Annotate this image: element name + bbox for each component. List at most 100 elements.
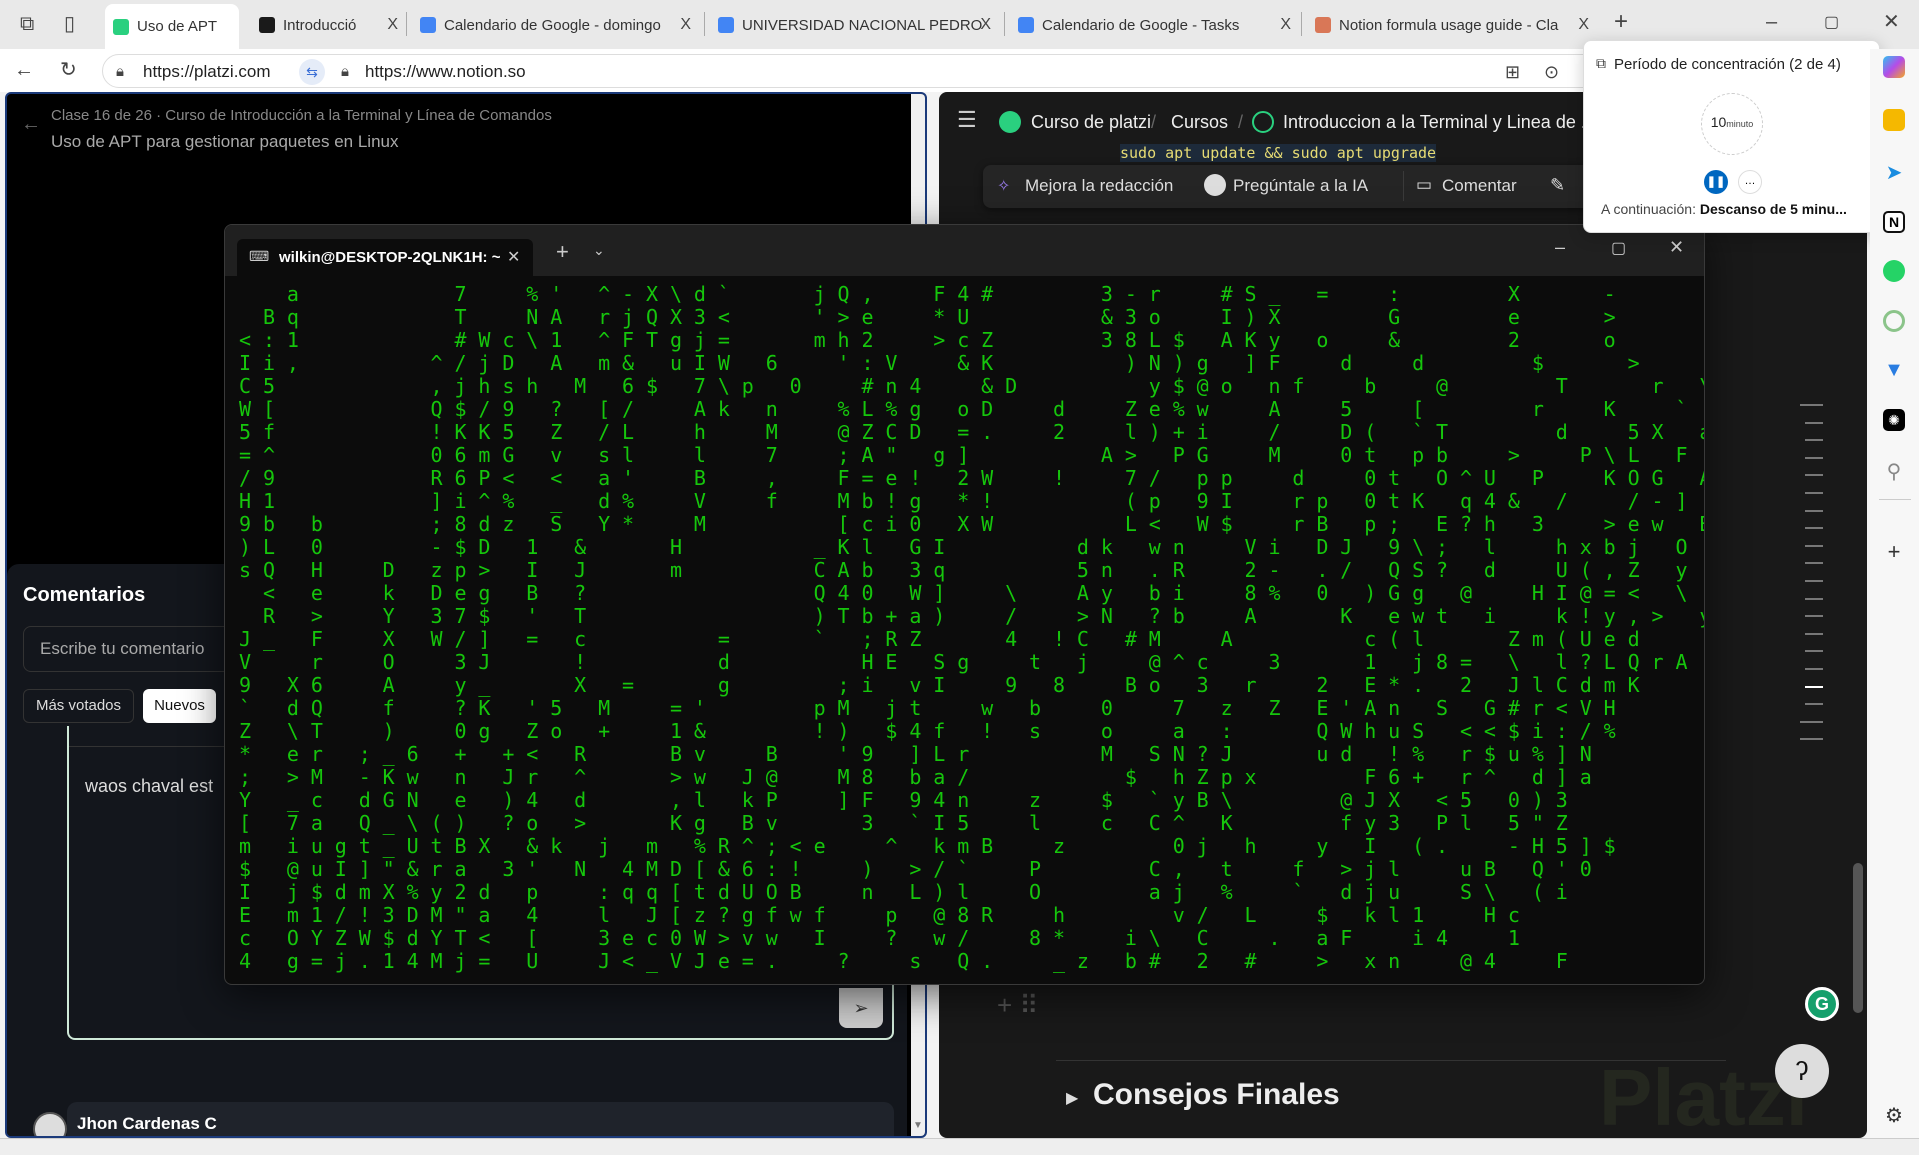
filter-newest[interactable]: Nuevos bbox=[143, 689, 216, 723]
toc-line[interactable] bbox=[1805, 685, 1823, 688]
app-icon[interactable] bbox=[1883, 310, 1905, 332]
add-block-icon[interactable]: + ⠿ bbox=[997, 990, 1038, 1021]
url-field[interactable]: 🔒︎ https://platzi.com ⇆ 🔒︎ https://www.n… bbox=[102, 54, 1602, 88]
grammarly-icon[interactable]: G bbox=[1805, 987, 1839, 1021]
comments-title: Comentarios bbox=[23, 584, 146, 606]
tab[interactable]: UNIVERSIDAD NACIONAL PEDRO X bbox=[710, 6, 997, 44]
terminal-maximize-button[interactable]: ▢ bbox=[1611, 238, 1626, 258]
add-icon[interactable]: + bbox=[1883, 539, 1905, 564]
more-icon[interactable]: ⊙ bbox=[1544, 62, 1559, 82]
comment-author[interactable]: Jhon Cardenas C bbox=[77, 1114, 217, 1134]
minimize-button[interactable]: – bbox=[1766, 12, 1777, 32]
apps-icon[interactable]: ⊞ bbox=[1505, 62, 1520, 82]
sparkle-icon: ✧ bbox=[997, 178, 1011, 195]
send-button[interactable]: ➢ bbox=[839, 988, 883, 1028]
toc-line[interactable] bbox=[1805, 650, 1823, 653]
terminal-line: W[ Q$/9 ? [/ Ak n %L%g oD d Ze%w A 5 [ r… bbox=[239, 397, 1700, 421]
menu-icon[interactable]: ☰ bbox=[957, 109, 977, 131]
tab[interactable]: Uso de APT bbox=[105, 4, 239, 49]
vertical-tabs-icon[interactable]: ▯ bbox=[64, 14, 75, 34]
toc-line[interactable] bbox=[1800, 720, 1823, 723]
copilot-icon[interactable] bbox=[1883, 56, 1905, 78]
settings-icon[interactable]: ⚙ bbox=[1883, 1103, 1905, 1127]
toc-line[interactable] bbox=[1805, 703, 1823, 706]
toc-line[interactable] bbox=[1805, 492, 1823, 494]
comment-button[interactable]: Comentar bbox=[1442, 176, 1517, 196]
toc-line[interactable] bbox=[1805, 632, 1823, 635]
tab[interactable]: Introducció X bbox=[251, 6, 404, 44]
toc-line[interactable] bbox=[1805, 580, 1823, 582]
chatgpt-icon[interactable]: ✺ bbox=[1883, 409, 1905, 431]
toc-line[interactable] bbox=[1805, 615, 1823, 618]
toc-line[interactable] bbox=[1805, 456, 1823, 459]
breadcrumb-item[interactable]: Curso de platzi bbox=[1031, 112, 1151, 133]
terminal-tab[interactable]: ⌨ wilkin@DESKTOP-2QLNK1H: ~ ✕ bbox=[237, 239, 533, 276]
tab-label: Introducció bbox=[283, 16, 357, 34]
back-arrow-icon[interactable]: ← bbox=[21, 114, 41, 134]
toc-line[interactable] bbox=[1805, 527, 1823, 530]
reload-button[interactable]: ↻ bbox=[60, 60, 77, 80]
terminal-output[interactable]: a 7 %' ^-X\d` jQ, F4# 3-r #S_ = : X - Bq… bbox=[239, 283, 1705, 973]
toc-line[interactable] bbox=[1805, 544, 1823, 547]
arrow-icon[interactable]: ▼ bbox=[1883, 359, 1905, 381]
favicon-icon bbox=[420, 17, 436, 33]
improve-writing-button[interactable]: Mejora la redacción bbox=[1025, 176, 1173, 196]
toc-line[interactable] bbox=[1800, 404, 1823, 406]
toc-line[interactable] bbox=[1805, 668, 1823, 670]
tab[interactable]: Notion formula usage guide - Cla X bbox=[1307, 6, 1595, 44]
search-icon[interactable]: ⚲ bbox=[1883, 459, 1905, 483]
url-left[interactable]: https://platzi.com bbox=[143, 62, 271, 82]
new-terminal-tab-button[interactable]: + bbox=[556, 239, 569, 265]
tab[interactable]: Calendario de Google - Tasks X bbox=[1010, 6, 1297, 44]
pause-button[interactable]: ❚❚ bbox=[1704, 170, 1728, 194]
whatsapp-icon[interactable] bbox=[1883, 260, 1905, 282]
notion-ai-avatar[interactable]: ʔ bbox=[1775, 1044, 1829, 1098]
ask-ai-button[interactable]: Pregúntale a la IA bbox=[1233, 176, 1368, 196]
terminal-line: H1 ]i^% _ d% V f Mb!g *! (p 9I rp 0tK q4… bbox=[239, 489, 1705, 513]
close-tab-icon[interactable]: X bbox=[680, 16, 691, 34]
notion-icon[interactable]: N bbox=[1883, 211, 1905, 233]
toc-line[interactable] bbox=[1805, 421, 1823, 424]
url-right[interactable]: https://www.notion.so bbox=[365, 62, 526, 82]
toggle-heading[interactable]: Consejos Finales bbox=[1093, 1078, 1340, 1112]
tab-label: UNIVERSIDAD NACIONAL PEDRO bbox=[742, 16, 983, 34]
toc-line[interactable] bbox=[1805, 597, 1823, 600]
toc-line[interactable] bbox=[1805, 509, 1823, 512]
close-tab-icon[interactable]: X bbox=[387, 16, 398, 34]
pip-icon[interactable]: ⧉ bbox=[1596, 55, 1606, 72]
maximize-button[interactable]: ▢ bbox=[1824, 13, 1839, 33]
close-tab-icon[interactable]: ✕ bbox=[507, 247, 520, 267]
breadcrumb-item[interactable]: Cursos bbox=[1171, 112, 1228, 133]
toc-line[interactable] bbox=[1805, 439, 1823, 442]
toc-line[interactable] bbox=[1805, 474, 1823, 477]
breadcrumb-item[interactable]: Introduccion a la Terminal y Linea de ..… bbox=[1283, 112, 1596, 133]
close-tab-icon[interactable]: X bbox=[980, 16, 991, 34]
terminal-line: J_ F X W/] = c = ` ;RZ 4 !C #M A c(l Zm(… bbox=[239, 627, 1676, 651]
tips-icon[interactable] bbox=[1883, 109, 1905, 131]
new-tab-button[interactable]: + bbox=[1614, 10, 1628, 34]
split-screen-icon[interactable]: ⇆ bbox=[299, 59, 325, 85]
filter-most-voted[interactable]: Más votados bbox=[23, 689, 134, 723]
toc-line[interactable] bbox=[1800, 738, 1823, 741]
close-tab-icon[interactable]: X bbox=[1280, 16, 1291, 34]
edit-icon[interactable]: ✎ bbox=[1550, 175, 1565, 196]
tab[interactable]: Calendario de Google - domingo X bbox=[412, 6, 697, 44]
scrollbar-thumb[interactable] bbox=[1853, 863, 1863, 1013]
workspaces-icon[interactable]: ⧉ bbox=[20, 14, 34, 34]
toggle-triangle-icon[interactable]: ▶ bbox=[1066, 1088, 1078, 1108]
code-line[interactable]: sudo apt update && sudo apt upgrade bbox=[1120, 144, 1437, 162]
toc-line[interactable] bbox=[1805, 562, 1823, 565]
back-button[interactable]: ← bbox=[14, 60, 34, 80]
class-breadcrumb[interactable]: Clase 16 de 26 · Curso de Introducción a… bbox=[51, 107, 552, 124]
more-options-button[interactable]: … bbox=[1738, 170, 1762, 194]
chevron-down-icon[interactable]: ⌄ bbox=[593, 242, 605, 259]
terminal-line: C5 ,jhsh M 6$ 7\p 0 #n4 &D y$@o nf b @ T… bbox=[239, 374, 1705, 398]
timer-unit: minuto bbox=[1726, 119, 1754, 129]
terminal-minimize-button[interactable]: – bbox=[1555, 237, 1565, 258]
terminal-close-button[interactable]: ✕ bbox=[1669, 237, 1684, 258]
avatar[interactable] bbox=[33, 1112, 67, 1136]
close-window-button[interactable]: ✕ bbox=[1883, 12, 1900, 32]
close-tab-icon[interactable]: X bbox=[1578, 16, 1589, 34]
draft-text[interactable]: waos chaval est bbox=[85, 776, 213, 797]
telegram-icon[interactable]: ➤ bbox=[1883, 160, 1905, 184]
